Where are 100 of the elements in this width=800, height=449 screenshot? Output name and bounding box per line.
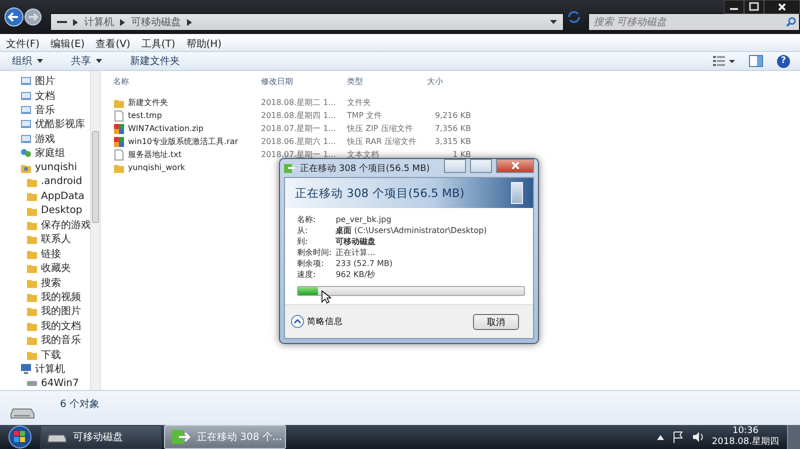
copy-icon bbox=[284, 162, 296, 174]
nav-item[interactable]: 我的文档 bbox=[0, 318, 90, 334]
nav-item[interactable]: Desktop bbox=[0, 204, 90, 218]
close-button[interactable] bbox=[764, 0, 800, 14]
column-header[interactable]: 类型 bbox=[347, 76, 427, 87]
menu-item[interactable]: 查看(V) bbox=[96, 36, 130, 50]
field-label: 速度: bbox=[297, 270, 317, 280]
folder-icon bbox=[26, 334, 38, 346]
field-label: 剩余项: bbox=[297, 259, 325, 269]
column-header[interactable]: 名称 bbox=[111, 76, 261, 87]
toolbar-button[interactable]: 共享 bbox=[71, 54, 102, 68]
back-button[interactable] bbox=[4, 7, 24, 27]
toolbar-button[interactable]: 新建文件夹 bbox=[130, 54, 180, 68]
start-button[interactable] bbox=[6, 425, 34, 449]
library-icon bbox=[20, 132, 32, 145]
table-cell-text: 3,315 KB bbox=[434, 137, 471, 146]
nav-item[interactable]: 64Win7 bbox=[0, 376, 90, 390]
chevron-icon[interactable] bbox=[120, 18, 125, 26]
document-icon bbox=[511, 182, 523, 204]
restore-button[interactable] bbox=[744, 0, 764, 14]
maximize-button[interactable] bbox=[470, 158, 492, 172]
nav-item[interactable]: 优酷影视库 bbox=[0, 117, 90, 132]
forward-button[interactable] bbox=[24, 8, 42, 26]
minimize-button[interactable] bbox=[724, 0, 744, 14]
clock[interactable]: 10:36 2018.08.星期四 bbox=[712, 426, 779, 448]
nav-item[interactable]: 文档 bbox=[0, 88, 90, 103]
nav-item[interactable]: .android bbox=[0, 174, 90, 190]
menu-item[interactable]: 工具(T) bbox=[141, 36, 176, 50]
table-cell-text: 9,216 KB bbox=[434, 111, 471, 120]
close-button[interactable] bbox=[496, 158, 534, 172]
nav-item[interactable]: 我的视频 bbox=[0, 290, 90, 304]
chevron-icon[interactable] bbox=[187, 18, 192, 26]
details-toggle[interactable]: 简略信息 bbox=[291, 315, 343, 328]
dropdown-icon[interactable] bbox=[37, 59, 43, 63]
folder-icon bbox=[26, 219, 38, 232]
nav-item[interactable]: 计算机 bbox=[0, 362, 90, 376]
dropdown-icon[interactable] bbox=[550, 20, 558, 24]
search-icon[interactable] bbox=[786, 17, 796, 27]
chevron-icon[interactable] bbox=[73, 18, 78, 26]
file-name[interactable]: 服务器地址.txt bbox=[111, 148, 261, 160]
library-icon bbox=[20, 104, 32, 116]
flag-icon[interactable] bbox=[672, 431, 684, 443]
library-icon bbox=[20, 90, 32, 102]
menu-item[interactable]: 编辑(E) bbox=[50, 36, 85, 50]
library-icon bbox=[20, 75, 32, 88]
refresh-button[interactable] bbox=[566, 9, 582, 25]
nav-item[interactable]: 音乐 bbox=[0, 102, 90, 118]
nav-item[interactable]: AppData bbox=[0, 189, 90, 204]
menu-item[interactable]: 文件(F) bbox=[6, 36, 40, 50]
file-name[interactable]: 新建文件夹 bbox=[111, 96, 261, 108]
chevron-up-icon bbox=[291, 315, 304, 328]
nav-item[interactable]: 游戏 bbox=[0, 132, 90, 146]
cancel-button[interactable]: 取消 bbox=[473, 314, 519, 330]
taskbar-button[interactable]: 可移动磁盘 bbox=[40, 425, 162, 449]
table-cell-text: 7,356 KB bbox=[434, 124, 471, 133]
minimize-button[interactable] bbox=[444, 158, 466, 172]
nav-item[interactable]: 图片 bbox=[0, 74, 90, 88]
speaker-icon[interactable] bbox=[692, 431, 704, 443]
toolbar-button[interactable]: 组织 bbox=[12, 54, 43, 68]
archive-icon bbox=[113, 122, 125, 134]
nav-item[interactable]: 收藏夹 bbox=[0, 261, 90, 276]
table-cell-text: 文件夹 bbox=[347, 97, 372, 108]
preview-pane-button[interactable] bbox=[749, 55, 763, 67]
file-name[interactable]: win10专业版系统激活工具.rar bbox=[111, 136, 261, 148]
dialog-heading: 正在移动 308 个项目(56.5 MB) bbox=[295, 186, 464, 200]
column-header[interactable]: 修改日期 bbox=[261, 76, 347, 87]
nav-item[interactable]: 家庭组 bbox=[0, 146, 90, 160]
show-hidden-icons-button[interactable] bbox=[656, 434, 664, 440]
table-cell-text: 快压 RAR 压缩文件 bbox=[347, 136, 418, 147]
homegroup-icon bbox=[20, 147, 32, 160]
nav-item[interactable]: 链接 bbox=[0, 246, 90, 262]
address-bar[interactable]: 计算机 可移动磁盘 bbox=[50, 13, 564, 31]
table-cell-text: 2018.08.星期二 1... bbox=[261, 97, 337, 108]
scrollbar[interactable] bbox=[90, 71, 100, 390]
column-header[interactable]: 大小 bbox=[427, 76, 471, 87]
view-options-button[interactable] bbox=[713, 55, 735, 67]
dropdown-icon[interactable] bbox=[96, 59, 102, 63]
breadcrumb[interactable]: 可移动磁盘 bbox=[131, 15, 181, 29]
field-value: 可移动磁盘 bbox=[336, 237, 377, 247]
nav-item[interactable]: 我的音乐 bbox=[0, 333, 90, 348]
nav-item[interactable]: 我的图片 bbox=[0, 304, 90, 319]
field-value: 正在计算... bbox=[336, 248, 376, 258]
file-name[interactable]: test.tmp bbox=[111, 110, 261, 122]
field-label: 从: bbox=[297, 226, 309, 236]
scrollbar-thumb[interactable] bbox=[92, 131, 99, 223]
nav-item[interactable]: 联系人 bbox=[0, 232, 90, 247]
nav-item[interactable]: 下载 bbox=[0, 347, 90, 362]
field-label: 到: bbox=[297, 237, 309, 247]
computer-icon bbox=[20, 363, 32, 375]
file-name[interactable]: yunqishi_work bbox=[111, 162, 261, 174]
menu-item[interactable]: 帮助(H) bbox=[186, 36, 222, 50]
table-cell-text: 1 KB bbox=[452, 150, 471, 159]
nav-item[interactable]: yunqishi bbox=[0, 160, 90, 175]
copy-icon bbox=[171, 429, 191, 445]
nav-item[interactable]: 搜索 bbox=[0, 275, 90, 290]
file-name[interactable]: WIN7Activation.zip bbox=[111, 122, 261, 134]
help-button[interactable]: ? bbox=[777, 54, 790, 68]
search-field[interactable]: 搜索 可移动磁盘 bbox=[588, 13, 800, 31]
close-icon bbox=[512, 162, 518, 169]
breadcrumb[interactable]: 计算机 bbox=[84, 15, 114, 29]
